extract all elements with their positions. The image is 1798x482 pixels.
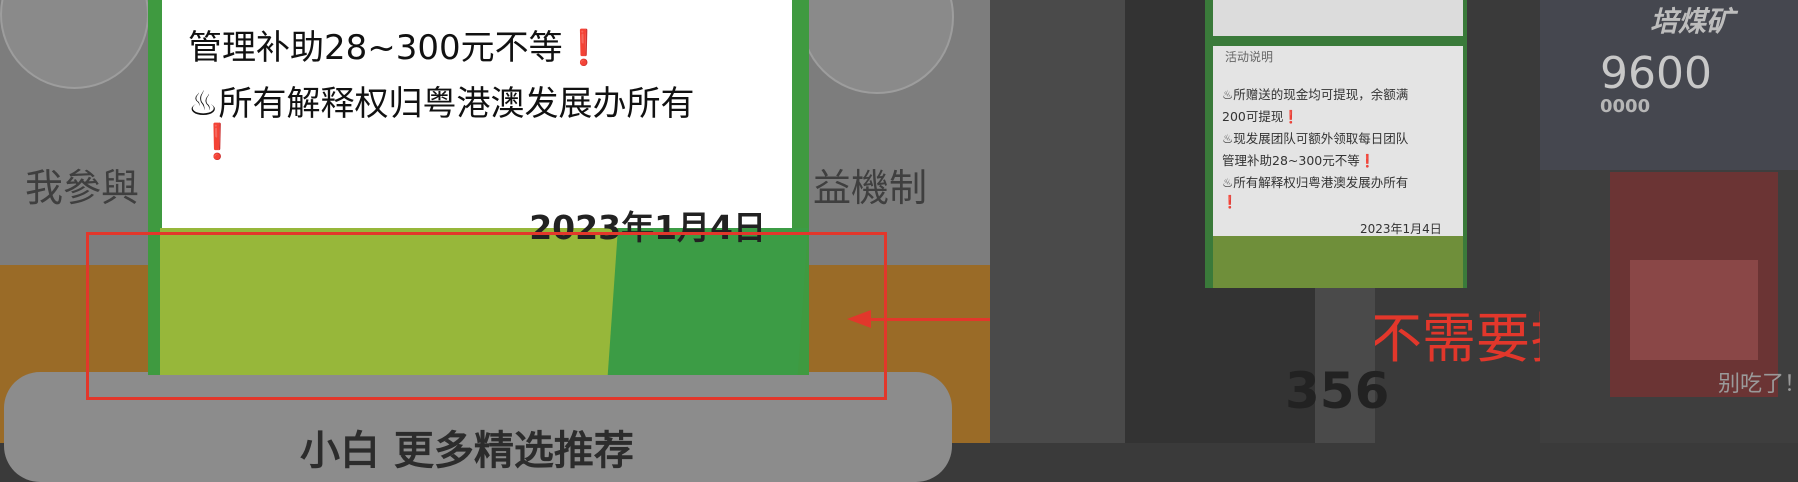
right-promo-grid — [1630, 260, 1758, 360]
middle-line: ♨所有解释权归粤港澳发展办所有 — [1222, 175, 1409, 190]
middle-card-bottom — [1213, 236, 1463, 288]
middle-card-label: 活动说明 — [1225, 50, 1274, 64]
popup-line-subsidy-text: 管理补助28~300元不等 — [188, 28, 563, 68]
right-big-number: 9600 — [1600, 48, 1712, 99]
middle-line: ♨所赠送的现金均可提现，余额满 — [1222, 87, 1409, 102]
right-title: 培煤矿 — [1650, 5, 1735, 38]
middle-line: 200可提现❗ — [1222, 109, 1299, 124]
left-caption-mechanism: 益機制 — [813, 166, 928, 210]
middle-line: ❗ — [1222, 194, 1238, 209]
middle-card-date: 2023年1月4日 — [1360, 222, 1442, 236]
exclamation-icon: ❗ — [196, 122, 239, 162]
middle-number: 356 — [1285, 362, 1390, 420]
popup-line-rights: ♨所有解释权归粤港澳发展办所有 — [188, 84, 695, 124]
middle-card-top — [1213, 0, 1463, 36]
popup-line-subsidy: 管理补助28~300元不等❗ — [188, 20, 605, 69]
annotation-highlight-box — [86, 232, 887, 400]
middle-line: ♨现发展团队可额外领取每日团队 — [1222, 131, 1409, 146]
exclamation-icon: ❗ — [562, 28, 605, 68]
bottom-card-title: 小白 更多精选推荐 — [300, 428, 634, 474]
annotation-arrow-icon — [847, 310, 871, 328]
left-caption-participate: 我參與 — [25, 166, 140, 210]
right-small-number: 0000 — [1600, 96, 1651, 117]
right-caption: 别吃了！ — [1718, 372, 1798, 397]
middle-line: 管理补助28~300元不等❗ — [1222, 153, 1376, 168]
